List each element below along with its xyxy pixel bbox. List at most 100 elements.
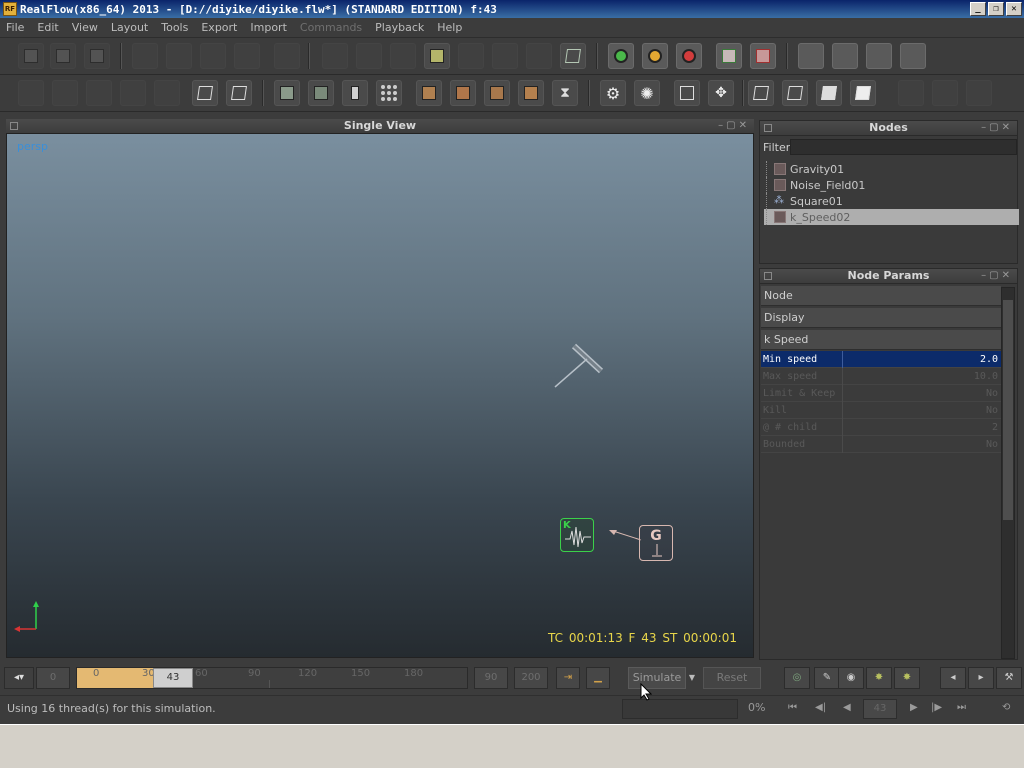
set-range-icon[interactable]: ⇥ (556, 667, 580, 689)
rigid-body-icon[interactable] (560, 43, 586, 69)
unlink-layer-icon[interactable] (154, 80, 180, 106)
frame-fill-icon[interactable] (450, 80, 476, 106)
graph-editor-icon[interactable] (274, 80, 300, 106)
cube-wire-icon[interactable] (748, 80, 774, 106)
export-node-icon[interactable]: ▸ (968, 667, 994, 689)
script-icon[interactable] (832, 43, 858, 69)
scene-tree-icon[interactable] (798, 43, 824, 69)
render-icon[interactable] (900, 43, 926, 69)
step-back-icon[interactable]: ◀| (815, 702, 826, 713)
link-layer-icon[interactable] (120, 80, 146, 106)
simulate-dropdown-icon[interactable]: ▼ (686, 667, 698, 689)
import-icon[interactable]: ◂ (940, 667, 966, 689)
close-button[interactable]: ✕ (1006, 2, 1022, 16)
max-frame-field[interactable]: 200 (514, 667, 548, 689)
key-range-icon[interactable]: ▁ (586, 667, 610, 689)
curve-icon[interactable] (308, 80, 334, 106)
particles-icon[interactable] (356, 43, 382, 69)
node-item-noise-field01[interactable]: Noise_Field01 (764, 177, 1019, 193)
first-frame-icon[interactable]: ⏮ (788, 702, 797, 713)
timer-icon[interactable] (866, 43, 892, 69)
menu-import[interactable]: Import (250, 21, 287, 34)
box-icon[interactable] (192, 80, 218, 106)
end-frame-field[interactable]: 90 (474, 667, 508, 689)
cube-hidden-icon[interactable] (782, 80, 808, 106)
green-light-icon[interactable] (608, 43, 634, 69)
move-tool-icon[interactable] (166, 43, 192, 69)
maximize-button[interactable]: ❐ (988, 2, 1004, 16)
3d-viewport[interactable]: persp K G TC 00:01:13 F 43 ST 00:00:01 (6, 133, 754, 658)
k-speed-node-icon[interactable]: K (560, 518, 594, 552)
frame-split-icon[interactable] (484, 80, 510, 106)
cube-shaded-icon[interactable] (816, 80, 842, 106)
node-item-square01[interactable]: ⁂ Square01 (764, 193, 1019, 209)
cache-icon[interactable]: ◎ (784, 667, 810, 689)
edit-icon[interactable]: ✎ (814, 667, 840, 689)
remove-layer-icon[interactable] (86, 80, 112, 106)
filter-input[interactable] (790, 139, 1017, 155)
param-value[interactable]: No (843, 439, 1001, 450)
camera-label[interactable]: persp (17, 140, 48, 153)
node-item-gravity01[interactable]: Gravity01 (764, 161, 1019, 177)
fire-icon[interactable] (932, 80, 958, 106)
panel-pin-icon[interactable] (10, 122, 18, 130)
link-tool-icon[interactable] (274, 43, 300, 69)
param-value[interactable]: 2 (843, 422, 1001, 433)
select-tool-icon[interactable] (132, 43, 158, 69)
reset-button[interactable]: Reset (703, 667, 761, 689)
emitter-icon[interactable] (322, 43, 348, 69)
gravity-node-icon[interactable]: G (639, 525, 673, 561)
open-scene-icon[interactable] (50, 43, 76, 69)
burst-alt-icon[interactable]: ✸ (894, 667, 920, 689)
camera-icon[interactable] (492, 43, 518, 69)
grid-points-icon[interactable] (376, 80, 402, 106)
param-row-child[interactable]: @ # child 2 (761, 418, 1001, 436)
param-row-min-speed[interactable]: Min speed 2.0 (761, 350, 1001, 368)
frame-field[interactable]: 43 (863, 699, 897, 719)
playback-menu-icon[interactable]: ◂▾ (4, 667, 34, 689)
timeline-slider[interactable]: 0 30 60 90 120 150 180 43 (76, 667, 468, 689)
reset-export-icon[interactable] (750, 43, 776, 69)
start-frame-field[interactable]: 0 (36, 667, 70, 689)
param-row-bounded[interactable]: Bounded No (761, 435, 1001, 453)
param-value[interactable]: 10.0 (843, 371, 1001, 382)
yellow-light-icon[interactable] (642, 43, 668, 69)
menu-commands[interactable]: Commands (300, 21, 362, 34)
section-node[interactable]: Node (761, 286, 1001, 306)
step-forward-icon[interactable]: |▶ (931, 702, 942, 713)
new-scene-icon[interactable] (18, 43, 44, 69)
node-item-k-speed02[interactable]: k_Speed02 (764, 209, 1019, 225)
ruler-icon[interactable] (342, 80, 368, 106)
menu-tools[interactable]: Tools (161, 21, 188, 34)
menu-export[interactable]: Export (201, 21, 237, 34)
constraint-icon[interactable] (526, 43, 552, 69)
panel-controls[interactable]: –▢✕ (981, 269, 1013, 283)
preview-icon[interactable] (966, 80, 992, 106)
section-k-speed[interactable]: k Speed (761, 330, 1001, 350)
transform-frame-icon[interactable] (674, 80, 700, 106)
layer-icon[interactable] (18, 80, 44, 106)
wrench-icon[interactable]: ⚒ (996, 667, 1022, 689)
play-back-icon[interactable]: ◀ (843, 702, 851, 713)
menu-view[interactable]: View (72, 21, 98, 34)
menu-help[interactable]: Help (437, 21, 462, 34)
param-value[interactable]: No (843, 388, 1001, 399)
minimize-button[interactable]: _ (970, 2, 986, 16)
add-layer-icon[interactable] (52, 80, 78, 106)
render-view-icon[interactable] (898, 80, 924, 106)
params-scrollbar[interactable] (1001, 287, 1015, 659)
simulate-button[interactable]: Simulate (628, 667, 686, 689)
red-light-icon[interactable] (676, 43, 702, 69)
panel-pin-icon[interactable] (764, 124, 772, 132)
menu-file[interactable]: File (6, 21, 24, 34)
noise-field-icon[interactable] (547, 339, 607, 389)
param-value[interactable]: 2.0 (843, 354, 1001, 365)
eye-icon[interactable]: ◉ (838, 667, 864, 689)
menu-playback[interactable]: Playback (375, 21, 424, 34)
frame-icon[interactable] (416, 80, 442, 106)
param-row-limit-keep[interactable]: Limit & Keep No (761, 384, 1001, 402)
frame-edit-icon[interactable] (518, 80, 544, 106)
sparkle-node-icon[interactable]: ✺ (634, 80, 660, 106)
panel-pin-icon[interactable] (764, 272, 772, 280)
cube-solid-icon[interactable] (850, 80, 876, 106)
